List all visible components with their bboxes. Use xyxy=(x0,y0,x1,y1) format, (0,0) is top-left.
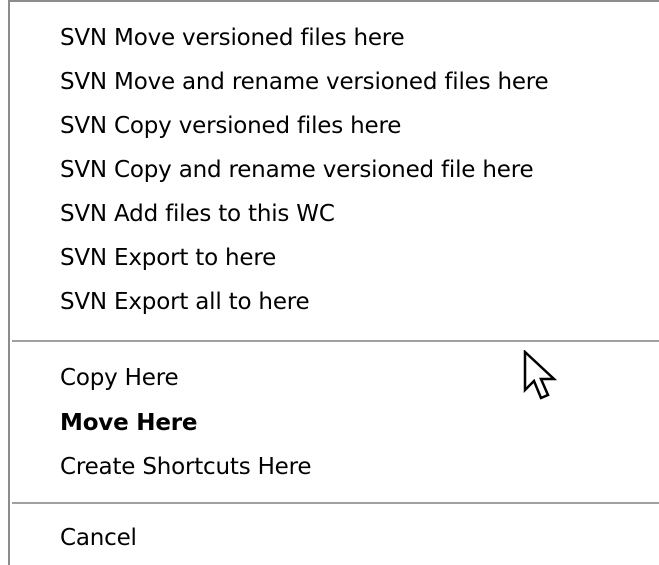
menu-item-svn-copy[interactable]: SVN Copy versioned files here xyxy=(10,104,659,148)
menu-item-svn-add[interactable]: SVN Add files to this WC xyxy=(10,192,659,236)
menu-separator xyxy=(12,502,659,504)
menu-separator xyxy=(12,340,659,342)
menu-item-svn-copy-rename[interactable]: SVN Copy and rename versioned file here xyxy=(10,148,659,192)
menu-item-svn-export-all[interactable]: SVN Export all to here xyxy=(10,280,659,324)
menu-item-svn-move[interactable]: SVN Move versioned files here xyxy=(10,16,659,60)
arrow-cursor-icon xyxy=(523,350,558,400)
menu-item-svn-export[interactable]: SVN Export to here xyxy=(10,236,659,280)
menu-item-svn-move-rename[interactable]: SVN Move and rename versioned files here xyxy=(10,60,659,104)
menu-item-cancel[interactable]: Cancel xyxy=(10,516,659,560)
context-menu: SVN Move versioned files here SVN Move a… xyxy=(8,0,659,565)
menu-item-create-shortcuts-here[interactable]: Create Shortcuts Here xyxy=(10,445,659,489)
